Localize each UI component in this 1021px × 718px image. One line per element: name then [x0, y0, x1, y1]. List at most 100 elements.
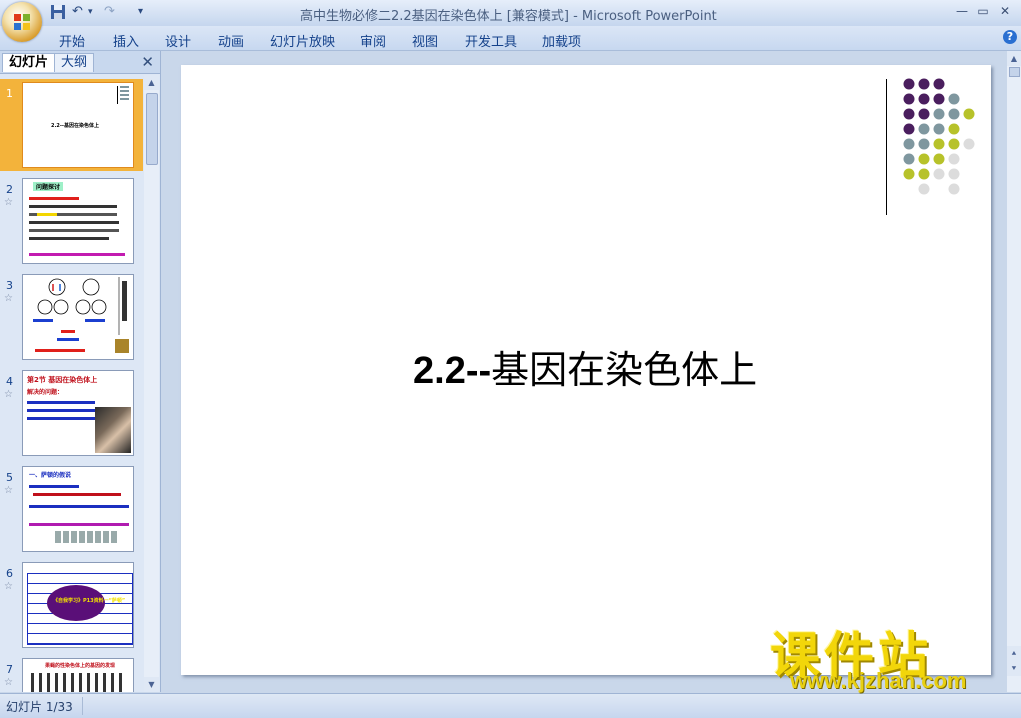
restore-button[interactable]: ▭ — [973, 3, 993, 19]
thumbnail-diagram — [31, 673, 127, 692]
help-icon[interactable]: ? — [1003, 30, 1017, 44]
decorative-dot — [903, 123, 915, 135]
slide-thumbnail-5[interactable]: 5 ☆ 一、萨顿的假说 — [0, 463, 143, 555]
thumbnail-preview: 《自我学习》P13资料一“萨顿” — [22, 562, 134, 648]
slide-number: 7 — [6, 663, 13, 676]
decorative-dot — [933, 123, 945, 135]
ribbon-tabs: 开始 插入 设计 动画 幻灯片放映 审阅 视图 开发工具 加载项 ? — [0, 26, 1021, 51]
slide-number: 4 — [6, 375, 13, 388]
office-button[interactable] — [2, 2, 42, 42]
thumbnail-heading: 一、萨顿的假说 — [29, 472, 72, 479]
tab-add-ins[interactable]: 加载项 — [542, 31, 581, 50]
slide-title[interactable]: 2.2--基因在染色体上 — [413, 339, 757, 394]
tab-home[interactable]: 开始 — [59, 31, 85, 50]
status-bar: 幻灯片 1/33 — [0, 693, 1021, 718]
slide-title-prefix: 2.2-- — [413, 350, 492, 392]
slide-thumbnail-6[interactable]: 6 ☆ 《自我学习》P13资料一“萨顿” — [0, 559, 143, 651]
thumbnail-text-line — [29, 237, 109, 240]
thumbnail-text-line — [29, 229, 119, 232]
decorative-dot — [903, 93, 915, 105]
slide-editing-area: 2.2--基因在染色体上 — [162, 51, 1007, 692]
undo-dropdown-icon[interactable]: ▾ — [88, 4, 93, 20]
decorative-dot — [963, 108, 975, 120]
transition-icon: ☆ — [4, 581, 13, 592]
thumbnail-text-line — [27, 401, 95, 404]
decorative-dot — [918, 138, 930, 150]
transition-icon: ☆ — [4, 677, 13, 688]
thumbnail-text-line — [29, 485, 79, 488]
scrollbar-thumb[interactable] — [146, 93, 158, 165]
slide-thumbnail-3[interactable]: 3 ☆ — [0, 271, 143, 363]
slide-thumbnail-7[interactable]: 7 ☆ 果蝇的性染色体上的基因的发现 — [0, 655, 143, 692]
slides-pane-scrollbar[interactable]: ▲ ▼ — [144, 75, 159, 692]
slide-thumbnail-4[interactable]: 4 ☆ 第2节 基因在染色体上 解决的问题： — [0, 367, 143, 459]
previous-slide-icon[interactable]: ⯅ — [1007, 646, 1021, 661]
slide-title-main: 基因在染色体上 — [491, 348, 758, 392]
thumbnail-text-line — [27, 417, 95, 420]
decorative-dot — [933, 78, 945, 90]
decorative-dot — [948, 138, 960, 150]
decorative-dot — [948, 183, 960, 195]
close-button[interactable]: ✕ — [995, 3, 1015, 19]
tab-view[interactable]: 视图 — [412, 31, 438, 50]
tab-insert[interactable]: 插入 — [113, 31, 139, 50]
tab-design[interactable]: 设计 — [165, 31, 191, 50]
current-slide[interactable]: 2.2--基因在染色体上 — [181, 65, 991, 675]
tab-developer[interactable]: 开发工具 — [465, 31, 517, 50]
minimize-button[interactable]: — — [952, 3, 972, 19]
next-slide-icon[interactable]: ⯆ — [1007, 661, 1021, 676]
decorative-dot — [918, 168, 930, 180]
scroll-up-icon[interactable]: ▲ — [1007, 51, 1021, 66]
redo-button[interactable]: ↷ — [104, 4, 115, 20]
editor-scrollbar[interactable]: ▲ ⯅ ⯆ — [1007, 51, 1021, 692]
thumbnail-heading: 果蝇的性染色体上的基因的发现 — [45, 663, 116, 669]
customize-quick-access-button[interactable]: ▾ — [138, 4, 143, 20]
slide-thumbnail-list: 1 2.2--基因在染色体上 2 ☆ 问题探讨 3 ☆ 4 ☆ 第2节 基因在染… — [0, 75, 143, 692]
decorative-dot — [903, 138, 915, 150]
decorative-dot — [918, 78, 930, 90]
thumbnail-text-line — [29, 205, 117, 208]
tab-slides[interactable]: 幻灯片 — [2, 53, 56, 72]
thumbnail-preview: 问题探讨 — [22, 178, 134, 264]
tab-animations[interactable]: 动画 — [218, 31, 244, 50]
slide-thumbnail-2[interactable]: 2 ☆ 问题探讨 — [0, 175, 143, 267]
thumbnail-text-line — [27, 409, 95, 412]
decorative-dot — [948, 93, 960, 105]
slides-pane: 幻灯片 大纲 ✕ 1 2.2--基因在染色体上 2 ☆ 问题探讨 3 ☆ 4 ☆… — [0, 51, 161, 692]
thumbnail-text-line — [33, 493, 121, 496]
window-title: 高中生物必修二2.2基因在染色体上 [兼容模式] - Microsoft Pow… — [300, 9, 717, 24]
decorative-dot — [963, 138, 975, 150]
thumbnail-subtitle: 解决的问题： — [27, 389, 64, 396]
decorative-dot — [933, 168, 945, 180]
thumbnail-preview: 2.2--基因在染色体上 — [22, 82, 134, 168]
save-icon[interactable] — [50, 4, 66, 20]
thumbnail-label: 问题探讨 — [33, 182, 64, 191]
watermark-url: www.kjzhan.com — [790, 668, 967, 693]
transition-icon: ☆ — [4, 293, 13, 304]
tab-review[interactable]: 审阅 — [360, 31, 386, 50]
decorative-dot — [903, 153, 915, 165]
thumbnail-title: 第2节 基因在染色体上 — [27, 376, 98, 384]
undo-button[interactable]: ↶ — [72, 4, 83, 20]
tab-outline[interactable]: 大纲 — [54, 53, 95, 72]
thumbnail-text-line — [29, 523, 129, 526]
slide-thumbnail-1[interactable]: 1 2.2--基因在染色体上 — [0, 79, 143, 171]
decorative-dot — [933, 93, 945, 105]
transition-icon: ☆ — [4, 389, 13, 400]
close-pane-icon[interactable]: ✕ — [141, 53, 154, 71]
slide-number: 2 — [6, 183, 13, 196]
slide-number: 5 — [6, 471, 13, 484]
slide-number: 3 — [6, 279, 13, 292]
thumbnail-text-line — [29, 253, 125, 256]
transition-icon: ☆ — [4, 197, 13, 208]
office-logo-icon — [14, 14, 30, 30]
scroll-down-icon[interactable]: ▼ — [144, 677, 159, 692]
decorative-dot — [918, 123, 930, 135]
thumbnail-preview: 果蝇的性染色体上的基因的发现 — [22, 658, 134, 692]
scrollbar-thumb[interactable] — [1009, 67, 1020, 77]
tab-slide-show[interactable]: 幻灯片放映 — [270, 31, 335, 50]
decorative-dot-grid — [903, 78, 975, 195]
decorative-dot — [933, 138, 945, 150]
thumbnail-photo — [95, 407, 131, 453]
scroll-up-icon[interactable]: ▲ — [144, 75, 159, 90]
